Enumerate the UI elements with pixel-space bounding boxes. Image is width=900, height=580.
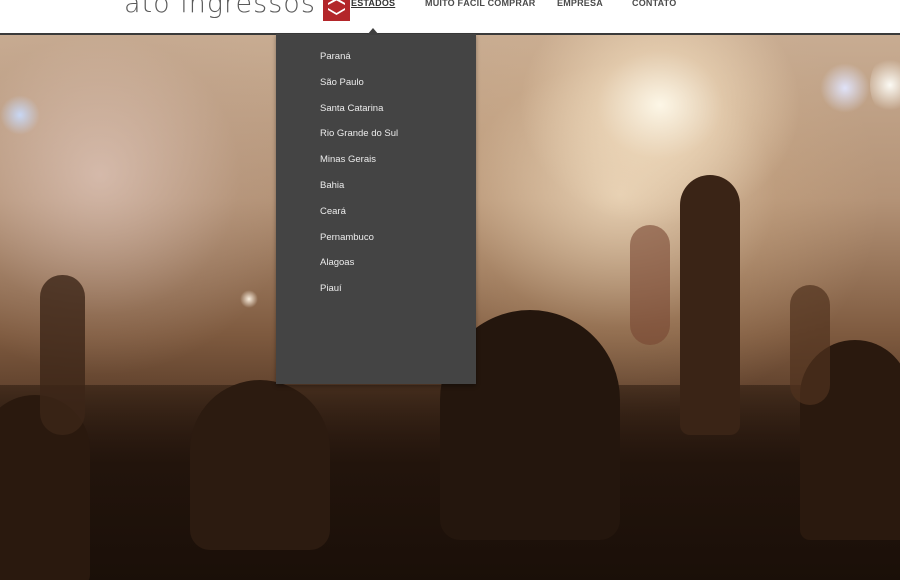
menu-item-rio-grande-do-sul[interactable]: Rio Grande do Sul	[276, 127, 476, 153]
dropdown-caret-icon	[367, 28, 379, 35]
menu-item-piaui[interactable]: Piauí	[276, 282, 476, 308]
menu-item-ceara[interactable]: Ceará	[276, 205, 476, 231]
menu-item-minas-gerais[interactable]: Minas Gerais	[276, 153, 476, 179]
stage-light	[870, 55, 900, 115]
estados-list: Paraná São Paulo Santa Catarina Rio Gran…	[276, 34, 476, 308]
estados-dropdown-menu: Paraná São Paulo Santa Catarina Rio Gran…	[276, 34, 476, 384]
menu-item-parana[interactable]: Paraná	[276, 50, 476, 76]
raised-arm	[680, 175, 740, 435]
raised-arm	[630, 225, 670, 345]
nav-item-empresa[interactable]: EMPRESA	[557, 0, 603, 8]
menu-item-alagoas[interactable]: Alagoas	[276, 256, 476, 282]
menu-item-bahia[interactable]: Bahia	[276, 179, 476, 205]
main-nav: ESTADOS MUITO FÁCIL COMPRAR EMPRESA CONT…	[0, 0, 900, 12]
nav-item-muito-facil-comprar[interactable]: MUITO FÁCIL COMPRAR	[425, 0, 535, 8]
stage-light	[820, 63, 870, 113]
raised-arm	[40, 275, 85, 435]
site-header: ato ingressos ESTADOS MUITO FÁCIL COMPRA…	[0, 0, 900, 35]
nav-item-contato[interactable]: CONTATO	[632, 0, 676, 8]
menu-item-sao-paulo[interactable]: São Paulo	[276, 76, 476, 102]
menu-item-santa-catarina[interactable]: Santa Catarina	[276, 102, 476, 128]
stage-light	[240, 290, 258, 308]
nav-item-estados[interactable]: ESTADOS	[351, 0, 395, 8]
menu-item-pernambuco[interactable]: Pernambuco	[276, 231, 476, 257]
stage-light	[0, 95, 40, 135]
raised-arm	[790, 285, 830, 405]
crowd-head	[190, 380, 330, 550]
